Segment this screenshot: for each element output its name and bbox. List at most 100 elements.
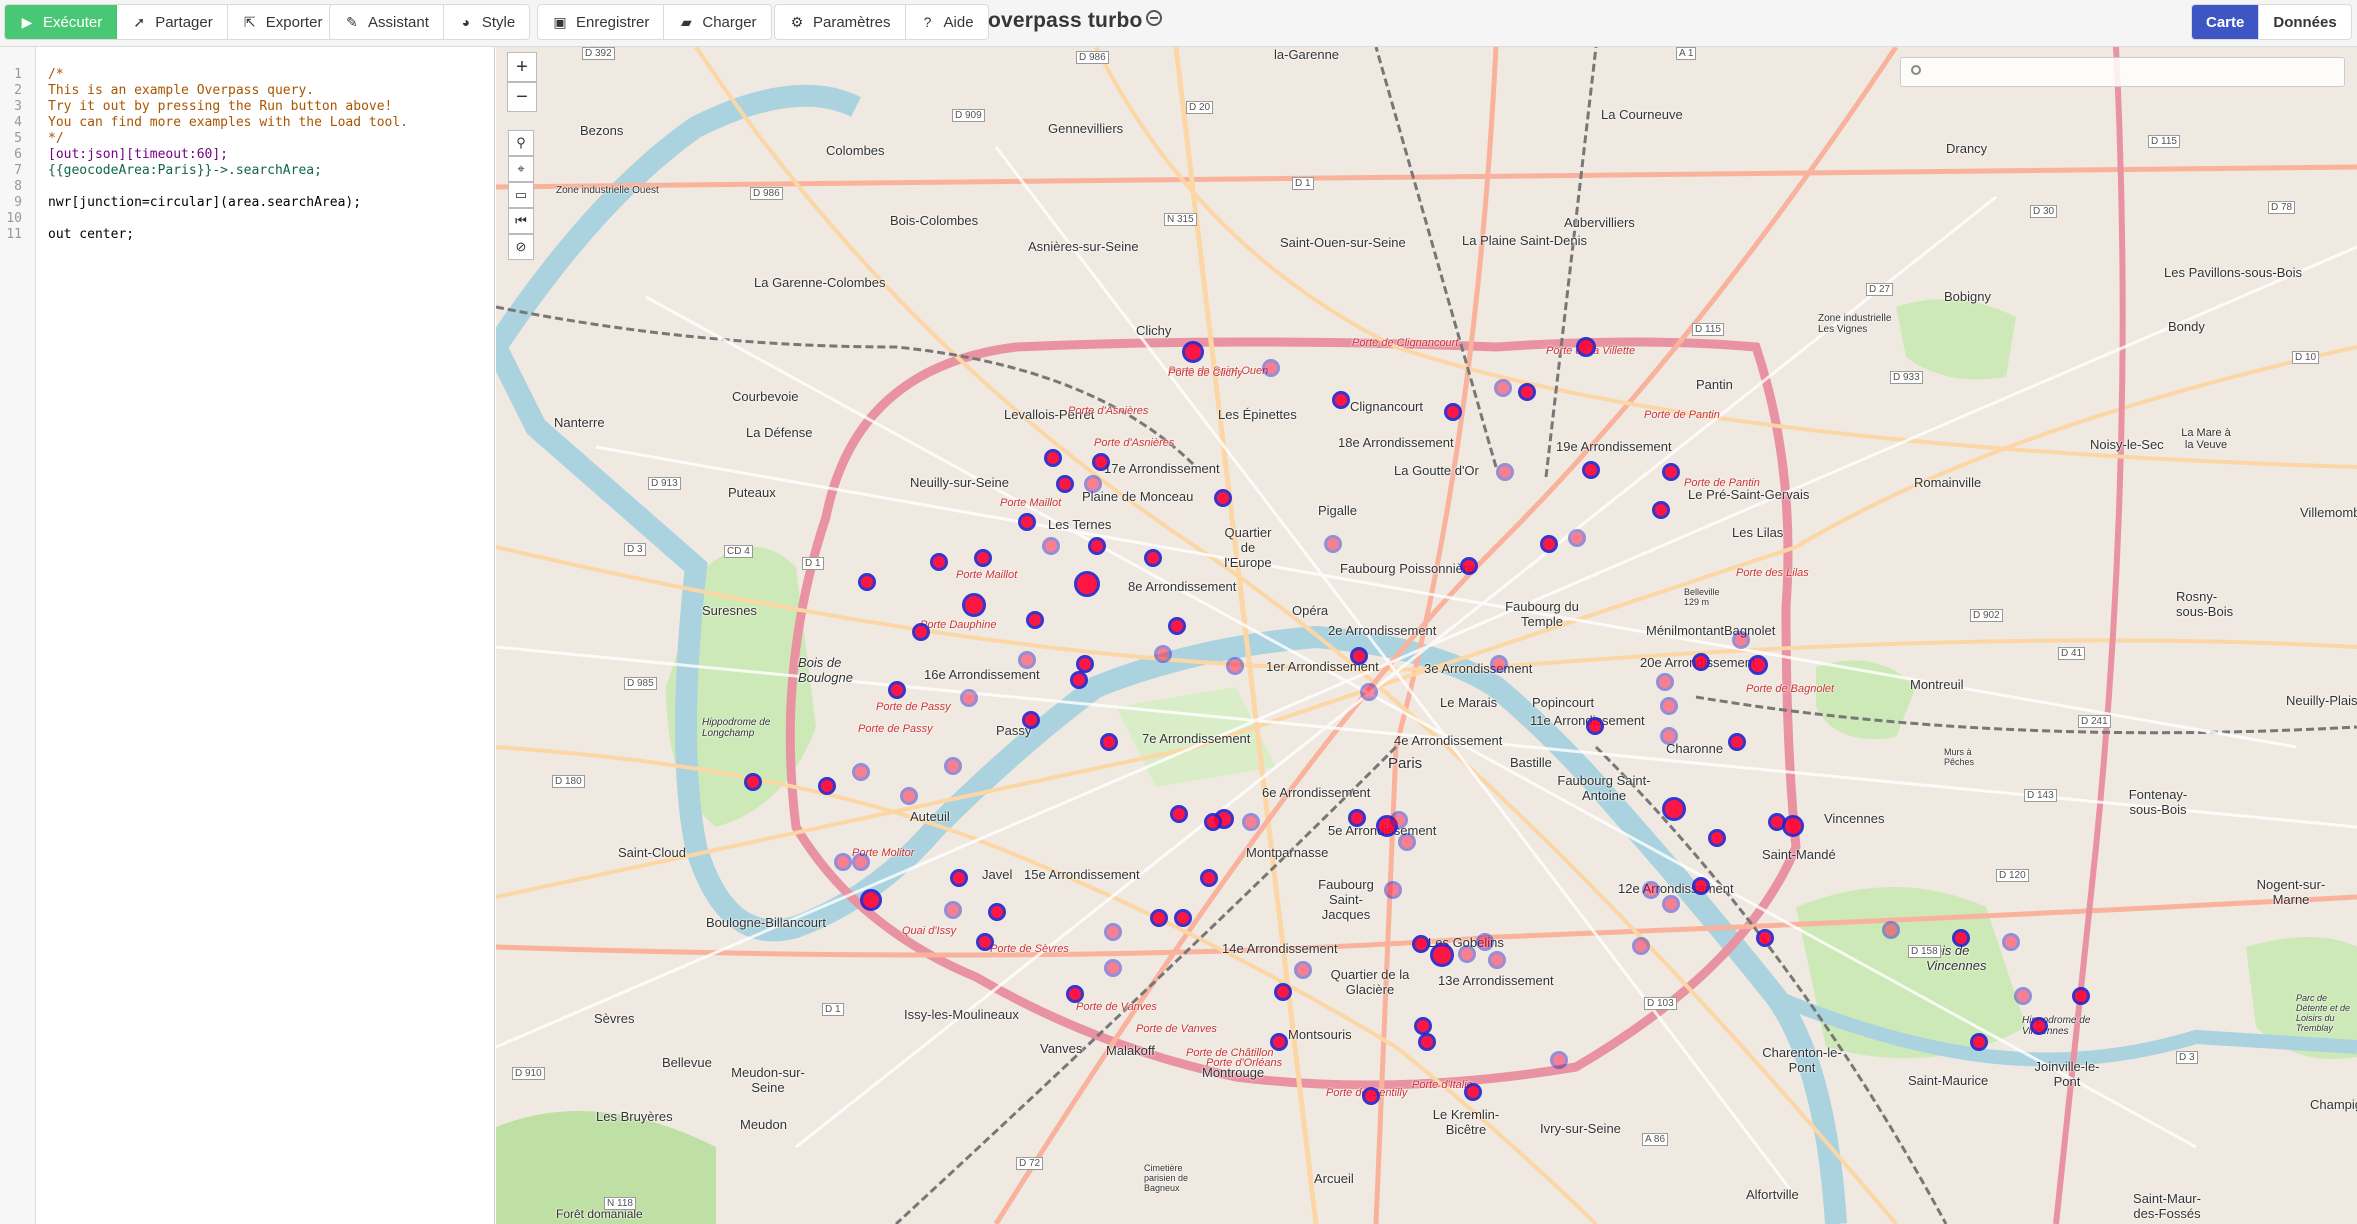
result-marker[interactable] — [1494, 379, 1512, 397]
map-view[interactable]: + − ⚲ ⌖ ▭ ⏮ ⊘ la-Garenne Bezons Gennevil… — [496, 47, 2357, 1224]
result-marker[interactable] — [1084, 475, 1102, 493]
result-marker[interactable] — [1332, 391, 1350, 409]
result-marker[interactable] — [1044, 449, 1062, 467]
result-marker[interactable] — [1362, 1087, 1380, 1105]
result-marker[interactable] — [1748, 655, 1768, 675]
zoom-in-button[interactable]: + — [507, 52, 537, 82]
result-marker[interactable] — [860, 889, 882, 911]
result-marker[interactable] — [974, 549, 992, 567]
result-marker[interactable] — [1728, 733, 1746, 751]
result-marker[interactable] — [852, 853, 870, 871]
result-marker[interactable] — [912, 623, 930, 641]
run-button[interactable]: ▶ Exécuter — [5, 5, 118, 39]
result-marker[interactable] — [1042, 537, 1060, 555]
result-marker[interactable] — [1732, 631, 1750, 649]
result-marker[interactable] — [944, 901, 962, 919]
result-marker[interactable] — [1018, 513, 1036, 531]
result-marker[interactable] — [1540, 535, 1558, 553]
save-button[interactable]: ▣ Enregistrer — [538, 5, 665, 39]
help-button[interactable]: ? Aide — [906, 5, 988, 39]
result-marker[interactable] — [950, 869, 968, 887]
result-marker[interactable] — [1204, 813, 1222, 831]
result-marker[interactable] — [1460, 557, 1478, 575]
result-marker[interactable] — [1692, 653, 1710, 671]
result-marker[interactable] — [1660, 697, 1678, 715]
result-marker[interactable] — [1324, 535, 1342, 553]
zoom-to-data-button[interactable]: ⏮ — [508, 208, 534, 234]
share-button[interactable]: ➚ Partager — [117, 5, 228, 39]
result-marker[interactable] — [930, 553, 948, 571]
result-marker[interactable] — [1430, 943, 1454, 967]
result-marker[interactable] — [1476, 933, 1494, 951]
result-marker[interactable] — [1464, 1083, 1482, 1101]
result-marker[interactable] — [1170, 805, 1188, 823]
result-marker[interactable] — [1576, 337, 1596, 357]
result-marker[interactable] — [1154, 645, 1172, 663]
result-marker[interactable] — [1444, 403, 1462, 421]
result-marker[interactable] — [1100, 733, 1118, 751]
result-marker[interactable] — [1412, 935, 1430, 953]
result-marker[interactable] — [1214, 489, 1232, 507]
result-marker[interactable] — [1660, 727, 1678, 745]
query-editor[interactable]: 1 2 3 4 5 6 7 8 9 10 11 /* This is an ex… — [0, 47, 495, 1224]
result-marker[interactable] — [1662, 463, 1680, 481]
result-marker[interactable] — [1632, 937, 1650, 955]
result-marker[interactable] — [1174, 909, 1192, 927]
result-marker[interactable] — [1070, 671, 1088, 689]
map-search-input[interactable] — [1900, 57, 2345, 87]
tab-map[interactable]: Carte — [2192, 5, 2260, 39]
result-marker[interactable] — [1414, 1017, 1432, 1035]
tab-data[interactable]: Données — [2259, 5, 2350, 39]
load-button[interactable]: ▰ Charger — [664, 5, 770, 39]
result-marker[interactable] — [2030, 1017, 2048, 1035]
clear-button[interactable]: ⊘ — [508, 234, 534, 260]
result-marker[interactable] — [1270, 1033, 1288, 1051]
result-marker[interactable] — [1550, 1051, 1568, 1069]
result-marker[interactable] — [960, 689, 978, 707]
result-marker[interactable] — [1092, 453, 1110, 471]
result-marker[interactable] — [1662, 797, 1686, 821]
result-marker[interactable] — [818, 777, 836, 795]
result-marker[interactable] — [1168, 617, 1186, 635]
result-marker[interactable] — [1496, 463, 1514, 481]
fullscreen-data-button[interactable]: ▭ — [508, 182, 534, 208]
result-marker[interactable] — [1226, 657, 1244, 675]
settings-button[interactable]: ⚙ Paramètres — [775, 5, 906, 39]
result-marker[interactable] — [962, 593, 986, 617]
result-marker[interactable] — [852, 763, 870, 781]
result-marker[interactable] — [2002, 933, 2020, 951]
result-marker[interactable] — [1662, 895, 1680, 913]
result-marker[interactable] — [1104, 923, 1122, 941]
result-marker[interactable] — [1970, 1033, 1988, 1051]
result-marker[interactable] — [1882, 921, 1900, 939]
locate-button[interactable]: ⌖ — [508, 156, 534, 182]
result-marker[interactable] — [1274, 983, 1292, 1001]
result-marker[interactable] — [1200, 869, 1218, 887]
result-marker[interactable] — [900, 787, 918, 805]
result-marker[interactable] — [1390, 811, 1408, 829]
result-marker[interactable] — [2072, 987, 2090, 1005]
result-marker[interactable] — [1582, 461, 1600, 479]
result-marker[interactable] — [1384, 881, 1402, 899]
result-marker[interactable] — [1418, 1033, 1436, 1051]
result-marker[interactable] — [1458, 945, 1476, 963]
result-marker[interactable] — [1088, 537, 1106, 555]
result-marker[interactable] — [1022, 711, 1040, 729]
result-marker[interactable] — [1756, 929, 1774, 947]
result-marker[interactable] — [1642, 881, 1660, 899]
result-marker[interactable] — [834, 853, 852, 871]
result-marker[interactable] — [1262, 359, 1280, 377]
result-marker[interactable] — [1692, 877, 1710, 895]
result-marker[interactable] — [988, 903, 1006, 921]
result-marker[interactable] — [1348, 809, 1366, 827]
result-marker[interactable] — [1026, 611, 1044, 629]
result-marker[interactable] — [1656, 673, 1674, 691]
result-marker[interactable] — [888, 681, 906, 699]
result-marker[interactable] — [1150, 909, 1168, 927]
result-marker[interactable] — [1360, 683, 1378, 701]
result-marker[interactable] — [1144, 549, 1162, 567]
result-marker[interactable] — [2014, 987, 2032, 1005]
result-marker[interactable] — [1488, 951, 1506, 969]
result-marker[interactable] — [1294, 961, 1312, 979]
result-marker[interactable] — [1568, 529, 1586, 547]
